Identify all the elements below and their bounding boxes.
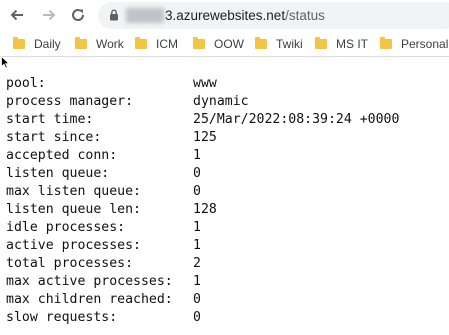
status-row-max-listen-queue: max listen queue: 0 [6,184,446,201]
bookmark-personal[interactable]: Personal [380,36,448,52]
status-key: start since: [6,130,102,145]
arrow-right-icon [43,9,56,21]
bookmark-oow[interactable]: OOW [193,36,244,52]
status-value: 1 [193,238,201,253]
status-value: www [193,76,217,91]
folder-icon [255,37,267,49]
status-key: max listen queue: [6,184,141,199]
reload-icon [72,9,85,21]
status-value: 1 [193,220,201,235]
reload-button[interactable] [67,4,89,26]
status-row-start-since: start since: 125 [6,130,446,147]
status-value: 128 [193,202,217,217]
status-value: dynamic [193,94,249,109]
bookmark-label: Personal [401,37,449,51]
back-button[interactable] [6,4,28,26]
bookmark-icm[interactable]: ICM [135,36,178,52]
status-key: start time: [6,112,94,127]
bookmark-label: Daily [34,37,61,51]
status-key: active processes: [6,238,141,253]
status-row-start-time: start time: 25/Mar/2022:08:39:24 +0000 [6,112,446,129]
status-row-slow-requests: slow requests: 0 [6,310,446,327]
url-path: /status [285,8,325,23]
status-key: idle processes: [6,220,126,235]
bookmark-label: ICM [156,37,178,51]
bookmark-label: Work [96,37,124,51]
arrow-left-icon [10,9,23,21]
status-key: listen queue: [6,166,110,181]
address-bar[interactable]: 3.azurewebsites.net/status [98,2,449,29]
status-value: 0 [193,292,201,307]
status-row-process-manager: process manager: dynamic [6,94,446,111]
status-value: 0 [193,166,201,181]
mouse-cursor-icon [1,56,10,69]
folder-icon [380,37,392,49]
status-key: accepted conn: [6,148,118,163]
status-value: 125 [193,130,217,145]
status-row-listen-queue-len: listen queue len: 128 [6,202,446,219]
status-row-pool: pool: www [6,76,446,93]
status-key: max children reached: [6,292,173,307]
url-host: 3.azurewebsites.net [165,8,286,23]
bookmark-label: MS IT [336,37,368,51]
bookmark-label: OOW [214,37,244,51]
status-key: process manager: [6,94,134,109]
folder-icon [193,37,205,49]
status-value: 0 [193,184,201,199]
status-key: total processes: [6,256,134,271]
status-row-active-processes: active processes: 1 [6,238,446,255]
status-key: slow requests: [6,310,118,325]
status-row-max-active-processes: max active processes: 1 [6,274,446,291]
status-row-total-processes: total processes: 2 [6,256,446,273]
status-value: 25/Mar/2022:08:39:24 +0000 [193,112,400,127]
folder-icon [135,37,147,49]
status-row-max-children-reached: max children reached: 0 [6,292,446,309]
forward-button[interactable] [38,4,60,26]
status-value: 0 [193,310,201,325]
status-row-idle-processes: idle processes: 1 [6,220,446,237]
bookmark-twiki[interactable]: Twiki [255,36,303,52]
folder-icon [75,37,87,49]
bookmark-ms-it[interactable]: MS IT [315,36,368,52]
status-key: listen queue len: [6,202,141,217]
bookmark-daily[interactable]: Daily [13,36,61,52]
bookmarks-bar: Daily Work ICM OOW Twiki MS IT Personal [0,31,449,57]
folder-icon [13,37,25,49]
bookmark-label: Twiki [276,37,303,51]
status-value: 2 [193,256,201,271]
lock-icon[interactable] [109,9,119,21]
status-key: pool: [6,76,46,91]
bookmark-work[interactable]: Work [75,36,124,52]
redacted-url-segment [126,8,164,23]
status-row-accepted-conn: accepted conn: 1 [6,148,446,165]
folder-icon [315,37,327,49]
status-value: 1 [193,274,201,289]
browser-toolbar: 3.azurewebsites.net/status [0,0,449,31]
status-value: 1 [193,148,201,163]
status-row-listen-queue: listen queue: 0 [6,166,446,183]
url-text: 3.azurewebsites.net/status [126,8,325,23]
status-key: max active processes: [6,274,173,289]
